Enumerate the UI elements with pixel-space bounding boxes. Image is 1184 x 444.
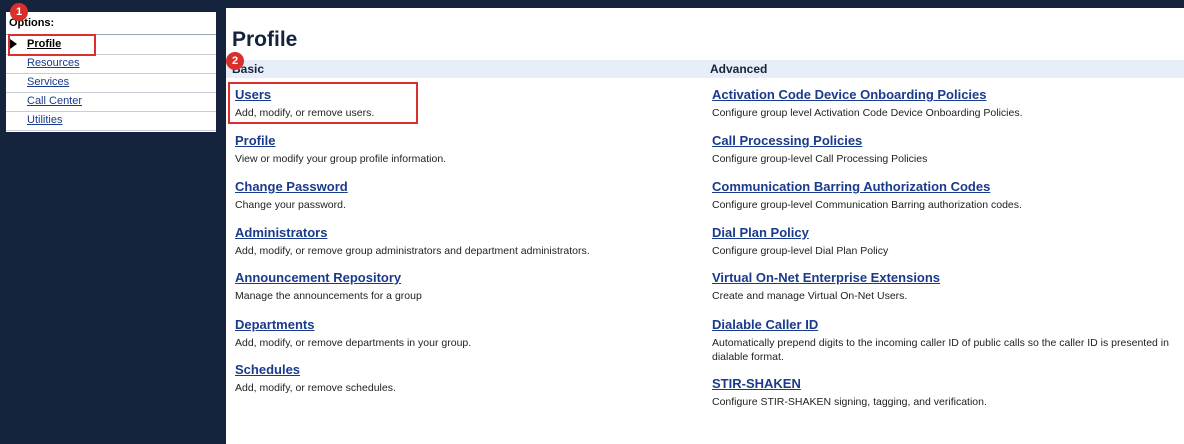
main-content: Profile Basic Advanced Users Add, modify… bbox=[226, 8, 1184, 444]
sidebar-item-label[interactable]: Call Center bbox=[27, 95, 82, 107]
link-dial-plan-policy[interactable]: Dial Plan Policy bbox=[712, 225, 809, 240]
sidebar-item-label[interactable]: Services bbox=[27, 76, 69, 88]
step-marker-1: 1 bbox=[10, 3, 28, 21]
sidebar-item-label[interactable]: Profile bbox=[27, 38, 61, 50]
link-schedules[interactable]: Schedules bbox=[235, 362, 300, 377]
desc-dial-plan-policy: Configure group-level Dial Plan Policy bbox=[712, 245, 889, 257]
sidebar-item-services[interactable]: Services bbox=[6, 74, 216, 93]
link-stir-shaken[interactable]: STIR-SHAKEN bbox=[712, 376, 801, 391]
link-administrators[interactable]: Administrators bbox=[235, 225, 327, 240]
sidebar-divider bbox=[218, 8, 226, 444]
sidebar-item-label[interactable]: Utilities bbox=[27, 114, 62, 126]
section-header-advanced: Advanced bbox=[704, 60, 1184, 78]
sidebar-item-label[interactable]: Resources bbox=[27, 57, 80, 69]
link-announcement-repository[interactable]: Announcement Repository bbox=[235, 270, 401, 285]
desc-administrators: Add, modify, or remove group administrat… bbox=[235, 245, 590, 257]
desc-communication-barring-authorization-codes: Configure group-level Communication Barr… bbox=[712, 199, 1022, 211]
sidebar-item-resources[interactable]: Resources bbox=[6, 55, 216, 74]
sidebar-item-call-center[interactable]: Call Center bbox=[6, 93, 216, 112]
desc-dialable-caller-id: Automatically prepend digits to the inco… bbox=[712, 337, 1169, 363]
step-marker-2: 2 bbox=[226, 52, 244, 70]
link-dialable-caller-id[interactable]: Dialable Caller ID bbox=[712, 317, 818, 332]
divider bbox=[6, 34, 216, 35]
desc-activation-code-device-onboarding-policies: Configure group level Activation Code De… bbox=[712, 107, 1023, 119]
link-call-processing-policies[interactable]: Call Processing Policies bbox=[712, 133, 862, 148]
desc-stir-shaken: Configure STIR-SHAKEN signing, tagging, … bbox=[712, 396, 987, 408]
desc-announcement-repository: Manage the announcements for a group bbox=[235, 290, 422, 302]
page-title: Profile bbox=[232, 28, 298, 51]
link-profile[interactable]: Profile bbox=[235, 133, 275, 148]
link-change-password[interactable]: Change Password bbox=[235, 179, 348, 194]
desc-departments: Add, modify, or remove departments in yo… bbox=[235, 337, 472, 349]
desc-users: Add, modify, or remove users. bbox=[235, 107, 375, 119]
sidebar-item-utilities[interactable]: Utilities bbox=[6, 112, 216, 131]
link-virtual-on-net-enterprise-extensions[interactable]: Virtual On-Net Enterprise Extensions bbox=[712, 270, 940, 285]
desc-schedules: Add, modify, or remove schedules. bbox=[235, 382, 396, 394]
sidebar-item-profile[interactable]: Profile bbox=[6, 36, 216, 55]
link-departments[interactable]: Departments bbox=[235, 317, 314, 332]
section-header-basic: Basic bbox=[226, 60, 704, 78]
current-page-arrow-icon bbox=[10, 39, 17, 49]
top-bar bbox=[218, 0, 1184, 8]
options-panel: Options: Profile Resources Services Call… bbox=[6, 12, 216, 132]
desc-change-password: Change your password. bbox=[235, 199, 346, 211]
desc-profile: View or modify your group profile inform… bbox=[235, 153, 447, 165]
link-communication-barring-authorization-codes[interactable]: Communication Barring Authorization Code… bbox=[712, 179, 990, 194]
desc-call-processing-policies: Configure group-level Call Processing Po… bbox=[712, 153, 928, 165]
link-users[interactable]: Users bbox=[235, 87, 271, 102]
link-activation-code-device-onboarding-policies[interactable]: Activation Code Device Onboarding Polici… bbox=[712, 87, 987, 102]
desc-virtual-on-net-enterprise-extensions: Create and manage Virtual On-Net Users. bbox=[712, 290, 908, 302]
